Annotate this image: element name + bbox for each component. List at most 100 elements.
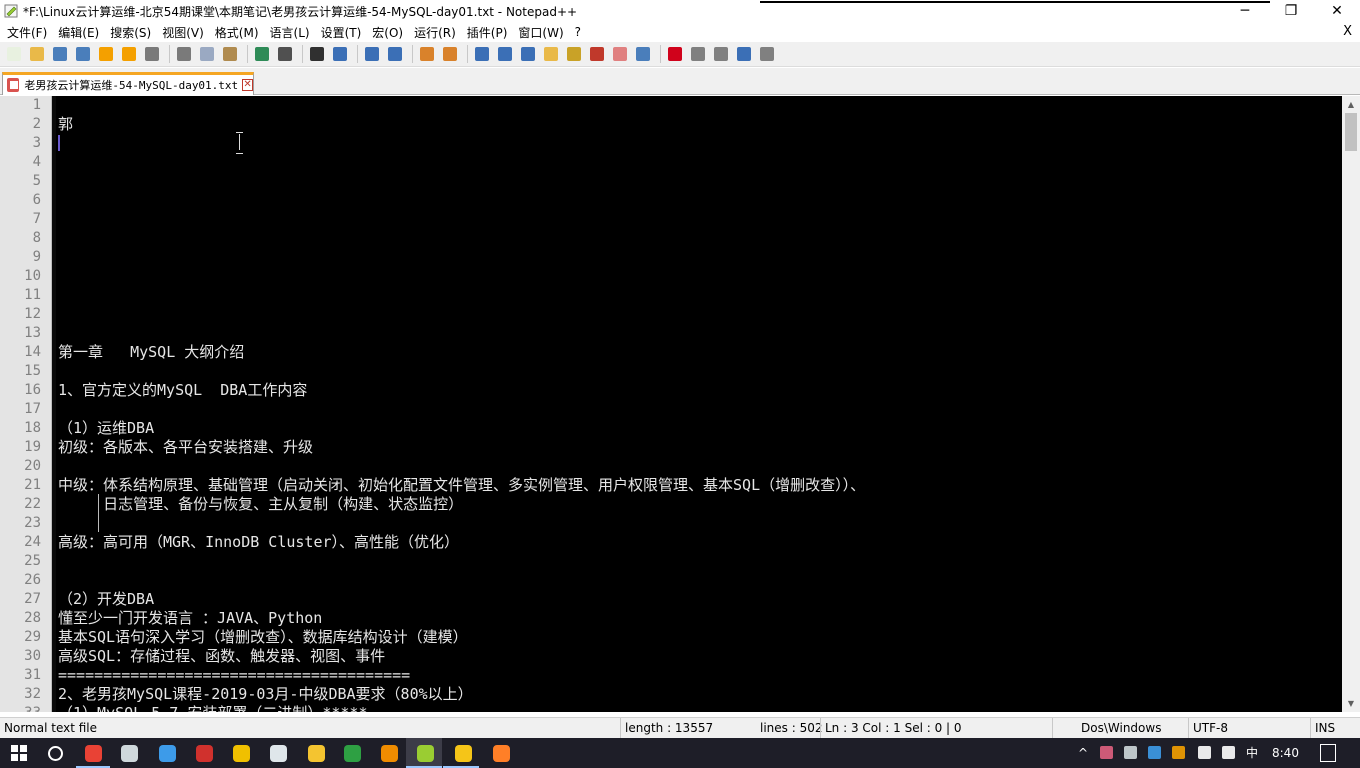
scroll-up-arrow[interactable]: ▲	[1342, 96, 1360, 113]
tray-network-share-icon[interactable]	[1124, 746, 1137, 759]
save-button[interactable]	[50, 44, 70, 64]
close-button[interactable]: ✕	[1314, 0, 1360, 22]
tray-chevron-icon[interactable]: ^	[1078, 738, 1088, 768]
maximize-button[interactable]: ❐	[1268, 0, 1314, 22]
qq-icon[interactable]	[230, 742, 252, 764]
editor-line[interactable]	[58, 324, 1340, 343]
menu-format[interactable]: 格式(M)	[211, 24, 263, 41]
editor-line[interactable]: （1）MySQL 5.7 安装部署（二进制）*****	[58, 704, 1340, 712]
new-file-button[interactable]	[4, 44, 24, 64]
menu-file[interactable]: 文件(F)	[3, 24, 51, 41]
sync-vertical-button[interactable]	[417, 44, 437, 64]
menu-settings[interactable]: 设置(T)	[317, 24, 366, 41]
editor-line[interactable]	[58, 210, 1340, 229]
replace-button[interactable]	[330, 44, 350, 64]
editor-line[interactable]	[58, 552, 1340, 571]
tab-close-icon[interactable]: ✕	[242, 79, 253, 91]
scroll-thumb[interactable]	[1345, 113, 1357, 151]
red-app-icon[interactable]	[193, 742, 215, 764]
doc-map-button[interactable]	[564, 44, 584, 64]
task-view-icon[interactable]	[118, 742, 140, 764]
editor-line[interactable]: 第一章 MySQL 大纲介绍	[58, 343, 1340, 362]
function-list-button[interactable]	[587, 44, 607, 64]
editor-line[interactable]: （1）运维DBA	[58, 419, 1340, 438]
run-macro-multiple-button[interactable]	[734, 44, 754, 64]
orange-app-icon[interactable]	[378, 742, 400, 764]
record-macro-button[interactable]	[665, 44, 685, 64]
close-document-button[interactable]: X	[1343, 24, 1352, 39]
green-app-icon[interactable]	[341, 742, 363, 764]
tray-ime-indicator[interactable]: 中	[1246, 738, 1258, 768]
text-area[interactable]: 郭第一章 MySQL 大纲介绍 1、官方定义的MySQL DBA工作内容 （1）运维…	[58, 96, 1340, 712]
editor-line[interactable]: 1、官方定义的MySQL DBA工作内容	[58, 381, 1340, 400]
editor-line[interactable]: （2）开发DBA	[58, 590, 1340, 609]
editor[interactable]: 1234567891011121314151617181920212223242…	[0, 96, 1360, 712]
orange-circle-app-icon[interactable]	[490, 742, 512, 764]
vertical-scrollbar[interactable]: ▲ ▼	[1342, 96, 1360, 712]
editor-line[interactable]	[58, 400, 1340, 419]
editor-line[interactable]: 2、老男孩MySQL课程-2019-03月-中级DBA要求（80%以上）	[58, 685, 1340, 704]
editor-line[interactable]: 初级：各版本、各平台安装搭建、升级	[58, 438, 1340, 457]
copy-button[interactable]	[197, 44, 217, 64]
chrome-icon[interactable]	[82, 742, 104, 764]
editor-line[interactable]	[58, 191, 1340, 210]
menu-plugins[interactable]: 插件(P)	[463, 24, 512, 41]
tray-cloud-icon[interactable]	[1148, 746, 1161, 759]
tray-user-icon[interactable]	[1172, 746, 1185, 759]
start-icon[interactable]	[8, 742, 30, 764]
notepad-plus-icon[interactable]	[414, 742, 436, 764]
indent-guide-button[interactable]	[518, 44, 538, 64]
editor-line[interactable]	[58, 286, 1340, 305]
status-insert-mode[interactable]: INS	[1310, 718, 1360, 739]
undo-button[interactable]	[252, 44, 272, 64]
editor-line[interactable]	[58, 305, 1340, 324]
cut-button[interactable]	[174, 44, 194, 64]
save-macro-button[interactable]	[757, 44, 777, 64]
editor-line[interactable]	[58, 96, 1340, 115]
monitoring-button[interactable]	[633, 44, 653, 64]
editor-line[interactable]	[58, 514, 1340, 533]
save-all-button[interactable]	[73, 44, 93, 64]
close-all-button[interactable]	[119, 44, 139, 64]
menu-run[interactable]: 运行(R)	[410, 24, 460, 41]
editor-line[interactable]	[58, 172, 1340, 191]
editor-line[interactable]: 基本SQL语句深入学习（增删改查）、数据库结构设计（建模）	[58, 628, 1340, 647]
menu-language[interactable]: 语言(L)	[266, 24, 314, 41]
tab-active-document[interactable]: 老男孩云计算运维-54-MySQL-day01.txt ✕	[2, 72, 254, 95]
editor-line[interactable]: 郭	[58, 115, 1340, 134]
tray-app-icon[interactable]	[1100, 746, 1113, 759]
emoji-app-icon[interactable]	[305, 742, 327, 764]
editor-line[interactable]	[58, 267, 1340, 286]
tray-clock[interactable]: 8:40	[1272, 738, 1299, 768]
open-folder-button[interactable]	[27, 44, 47, 64]
tray-volume-icon[interactable]	[1222, 746, 1235, 759]
redo-button[interactable]	[275, 44, 295, 64]
play-macro-button[interactable]	[711, 44, 731, 64]
cloud-app-icon[interactable]	[156, 742, 178, 764]
editor-line[interactable]: 高级：高可用（MGR、InnoDB Cluster）、高性能（优化）	[58, 533, 1340, 552]
paste-button[interactable]	[220, 44, 240, 64]
menu-edit[interactable]: 编辑(E)	[54, 24, 103, 41]
editor-line[interactable]	[58, 571, 1340, 590]
editor-line[interactable]: 懂至少一门开发语言 ：JAVA、Python	[58, 609, 1340, 628]
folder-workspace-button[interactable]	[610, 44, 630, 64]
editor-line[interactable]	[58, 362, 1340, 381]
editor-line[interactable]	[58, 229, 1340, 248]
show-all-chars-button[interactable]	[495, 44, 515, 64]
menu-view[interactable]: 视图(V)	[158, 24, 208, 41]
editor-line[interactable]: 中级：体系结构原理、基础管理（启动关闭、初始化配置文件管理、多实例管理、用户权限…	[58, 476, 1340, 495]
menu-window[interactable]: 窗口(W)	[514, 24, 567, 41]
close-file-button[interactable]	[96, 44, 116, 64]
editor-line[interactable]	[58, 153, 1340, 172]
file-explorer-icon[interactable]	[452, 742, 474, 764]
tray-network-icon[interactable]	[1198, 746, 1211, 759]
editor-line[interactable]	[58, 457, 1340, 476]
stop-record-button[interactable]	[688, 44, 708, 64]
word-wrap-button[interactable]	[472, 44, 492, 64]
menu-macro[interactable]: 宏(O)	[368, 24, 407, 41]
editor-line[interactable]	[58, 134, 1340, 153]
menu-help[interactable]: ?	[571, 25, 585, 39]
status-encoding[interactable]: UTF-8	[1188, 718, 1310, 739]
sync-horizontal-button[interactable]	[440, 44, 460, 64]
find-button[interactable]	[307, 44, 327, 64]
